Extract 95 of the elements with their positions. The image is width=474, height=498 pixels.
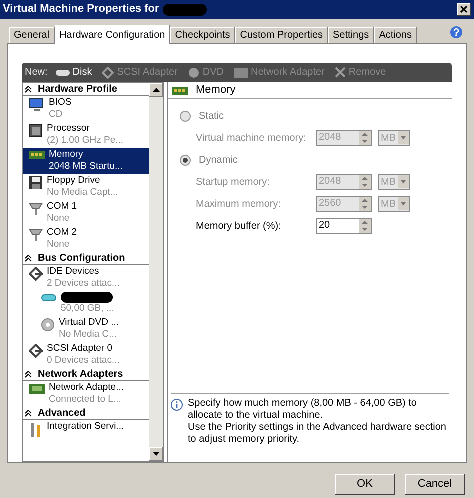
network-card-icon	[29, 383, 45, 395]
device-detail: (2) 1.00 GHz Pe...	[47, 135, 124, 147]
tab[interactable]: Actions	[374, 27, 417, 43]
tab[interactable]: Hardware Configuration	[54, 25, 170, 44]
radio-label: Static	[199, 110, 224, 124]
scrollbar[interactable]	[149, 83, 163, 461]
collapse-icon	[25, 86, 32, 92]
device-name: COM 2	[47, 227, 78, 239]
section-title: Advanced	[38, 406, 86, 420]
device-detail: 50,00 GB, ...	[61, 303, 114, 315]
section-title: Bus Configuration	[38, 252, 126, 266]
section-title: Network Adapters	[38, 368, 124, 382]
disc-drive-icon	[188, 66, 200, 78]
device-item[interactable]: BIOS CD	[23, 96, 149, 122]
device-detail: None	[47, 213, 71, 225]
spinner-icon	[359, 219, 371, 233]
device-name: Memory	[49, 149, 84, 161]
info-icon	[171, 399, 183, 411]
tab[interactable]: Settings	[328, 27, 374, 43]
device-detail: 2 Devices attac...	[47, 278, 120, 290]
dialog-button[interactable]: Cancel	[405, 474, 465, 495]
panel-title: Memory	[196, 82, 236, 98]
tab[interactable]: General	[9, 27, 55, 43]
device-name: SCSI Adapter 0	[47, 343, 114, 355]
collapse-icon	[25, 410, 32, 416]
redaction-mark	[163, 4, 208, 16]
section-title: Hardware Profile	[38, 83, 118, 96]
section-header[interactable]: Hardware Profile	[23, 83, 149, 96]
device-item[interactable]: IDE Devices 2 Devices attac...	[23, 265, 149, 291]
spin-field[interactable]: 20	[316, 218, 372, 234]
up-arrow-icon	[152, 88, 160, 92]
device-item[interactable]: Integration Servi...	[23, 420, 149, 439]
window-title: Virtual Machine Properties for	[3, 2, 160, 18]
help-icon[interactable]	[450, 26, 463, 39]
section-header[interactable]: Network Adapters	[23, 368, 149, 381]
device-detail: 0 Devices attac...	[47, 355, 120, 367]
network-card-icon	[234, 66, 248, 78]
collapse-icon	[25, 254, 32, 262]
port-icon	[29, 202, 43, 216]
device-name: Network Adapte...	[49, 382, 124, 394]
info-text: Use the Priority settings in the Advanced hardware section to adjust memory priority.	[188, 422, 448, 446]
disc-icon	[41, 318, 55, 332]
dialog-button[interactable]: OK	[335, 474, 395, 495]
radio-label: Dynamic	[199, 154, 238, 168]
monitor-icon	[29, 98, 45, 112]
device-item[interactable]: Floppy Drive No Media Capt...	[23, 174, 149, 200]
device-name: COM 1	[47, 201, 78, 213]
memory-module-icon	[172, 86, 188, 96]
radio-button[interactable]	[180, 154, 191, 166]
port-icon	[29, 228, 43, 242]
field-label: Virtual machine memory:	[196, 132, 308, 146]
device-name: IDE Devices	[47, 266, 100, 278]
section-header[interactable]: Bus Configuration	[23, 252, 149, 265]
section-header[interactable]: Advanced	[23, 407, 149, 420]
device-item[interactable]: Network Adapte... Connected to L...	[23, 381, 149, 407]
device-detail: None	[47, 239, 71, 251]
device-item[interactable]: COM 2 None	[23, 226, 149, 252]
tab[interactable]: Checkpoints	[170, 27, 236, 43]
toolbar-button[interactable]: Disk	[54, 64, 94, 81]
device-name: Floppy Drive	[47, 175, 102, 187]
remove-icon	[334, 67, 346, 78]
device-item[interactable]: Memory 2048 MB Startu...	[23, 148, 149, 174]
spinner-icon	[359, 175, 371, 189]
device-detail: CD	[49, 109, 64, 121]
device-detail: No Media C...	[59, 329, 118, 341]
radio-button[interactable]	[180, 110, 191, 122]
spinner-icon	[359, 131, 371, 145]
device-item[interactable]: COM 1 None	[23, 200, 149, 226]
chip-icon	[29, 124, 43, 138]
device-detail: Connected to L...	[49, 394, 122, 406]
tab[interactable]: Custom Properties	[235, 27, 328, 43]
device-detail: No Media Capt...	[47, 187, 118, 199]
down-arrow-icon	[152, 452, 160, 456]
close-icon	[460, 6, 468, 13]
info-text: Specify how much memory (8,00 MB - 64,00 GB) to allocate to the virtual machine.	[188, 398, 418, 422]
spinner-icon	[359, 197, 371, 211]
device-name: Integration Servi...	[47, 421, 124, 433]
collapse-icon	[25, 370, 32, 378]
connector-icon	[29, 344, 43, 358]
device-item[interactable]: Processor (2) 1.00 GHz Pe...	[23, 122, 149, 148]
device-item[interactable]: Virtual DVD ... No Media C...	[23, 316, 149, 342]
device-name: Processor	[47, 123, 91, 135]
field-label: Maximum memory:	[196, 198, 282, 212]
connector-icon	[29, 267, 43, 281]
device-name: Virtual DVD ...	[59, 317, 120, 329]
device-item[interactable]: SCSI Adapter 0 0 Devices attac...	[23, 342, 149, 368]
device-detail: 2048 MB Startu...	[49, 161, 123, 173]
tools-icon	[29, 422, 43, 438]
field-label: Memory buffer (%):	[196, 220, 282, 234]
field-label: Startup memory:	[196, 176, 271, 190]
device-name: BIOS	[49, 97, 72, 109]
toolbar-label: New:	[25, 66, 48, 80]
close-button[interactable]	[457, 3, 471, 16]
connector-icon	[102, 66, 114, 78]
memory-module-icon	[29, 150, 45, 160]
